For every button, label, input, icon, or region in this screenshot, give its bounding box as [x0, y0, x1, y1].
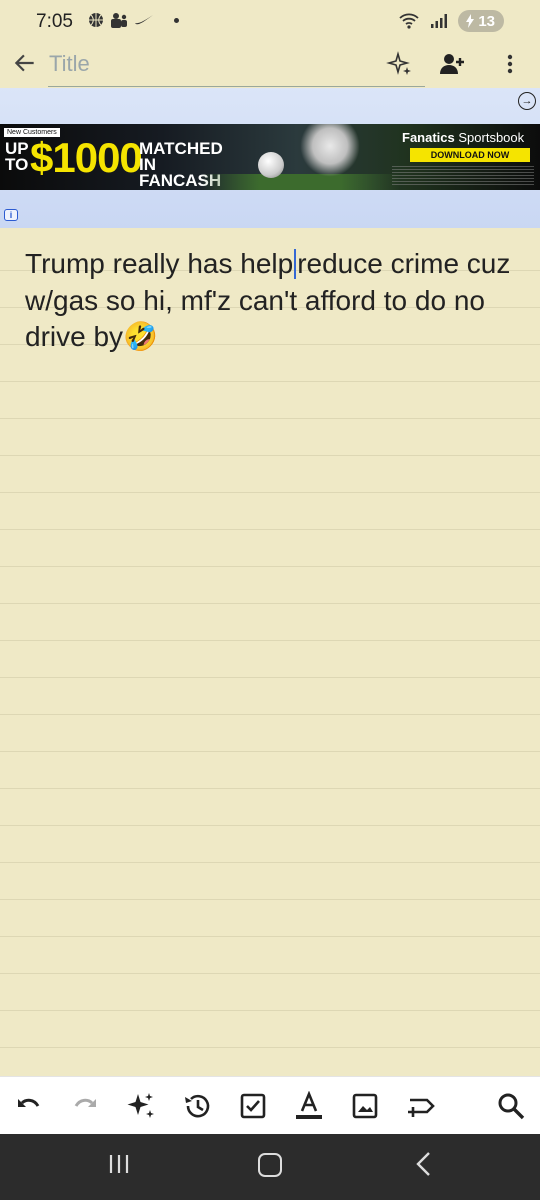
- note-text-before-cursor: Trump really has help: [25, 248, 294, 279]
- ad-download-button[interactable]: DOWNLOAD NOW: [410, 148, 530, 162]
- note-text[interactable]: Trump really has help reduce crime cuz w/…: [25, 246, 525, 356]
- ad-amount: $1000: [30, 134, 143, 181]
- label-icon[interactable]: [406, 1091, 436, 1121]
- battery-indicator: 13: [458, 10, 504, 32]
- nav-back-icon[interactable]: [412, 1151, 436, 1177]
- undo-icon[interactable]: [14, 1091, 44, 1121]
- status-notification-icons: [88, 12, 179, 28]
- teams-icon: [111, 13, 127, 28]
- history-icon[interactable]: [182, 1091, 212, 1121]
- add-collaborator-icon[interactable]: [438, 50, 466, 78]
- more-notifications-dot: [174, 17, 179, 23]
- status-time: 7:05: [36, 11, 73, 32]
- status-system-icons: 13: [398, 10, 504, 32]
- ai-sparkle-icon[interactable]: [126, 1091, 156, 1121]
- image-icon[interactable]: [350, 1091, 380, 1121]
- ad-headline-prefix: UP TO: [5, 139, 29, 174]
- text-format-icon[interactable]: [294, 1091, 324, 1121]
- note-body[interactable]: Trump really has help reduce crime cuz w/…: [0, 228, 540, 1076]
- more-options-icon[interactable]: [496, 50, 524, 78]
- ad-banner[interactable]: New Customers UP TO $1000 MATCHED IN FAN…: [0, 124, 540, 190]
- home-icon[interactable]: [258, 1153, 282, 1177]
- app-bar: [0, 44, 540, 88]
- redo-icon[interactable]: [70, 1091, 100, 1121]
- title-input[interactable]: [48, 46, 425, 87]
- nike-icon: [135, 15, 153, 25]
- ad-image-ball: [258, 152, 284, 178]
- ad-fine-print: [392, 166, 534, 186]
- search-icon[interactable]: [496, 1091, 526, 1121]
- basketball-icon: [89, 13, 103, 27]
- editor-toolbar: [0, 1076, 540, 1135]
- charging-bolt-icon: [466, 14, 475, 28]
- status-bar: 7:05 13: [0, 0, 540, 44]
- wifi-icon: [399, 13, 419, 29]
- signal-icon: [431, 14, 448, 28]
- back-arrow-icon[interactable]: [12, 50, 38, 76]
- ad-brand-name: Fanatics: [402, 130, 455, 145]
- system-nav-bar: [0, 1134, 540, 1200]
- checkbox-icon[interactable]: [238, 1091, 268, 1121]
- ai-sparkle-icon[interactable]: [386, 50, 414, 78]
- ad-choices-arrow-icon[interactable]: →: [518, 92, 536, 110]
- battery-level: 13: [478, 12, 495, 30]
- ad-container: → New Customers UP TO $1000 MATCHED IN F…: [0, 88, 540, 228]
- ad-brand: Fanatics Sportsbook: [402, 130, 524, 145]
- ad-brand-suffix: Sportsbook: [458, 130, 525, 145]
- recent-apps-icon[interactable]: [108, 1154, 130, 1174]
- ad-image-player: [295, 124, 365, 182]
- ad-info-icon[interactable]: i: [4, 209, 18, 221]
- text-cursor: [294, 249, 297, 279]
